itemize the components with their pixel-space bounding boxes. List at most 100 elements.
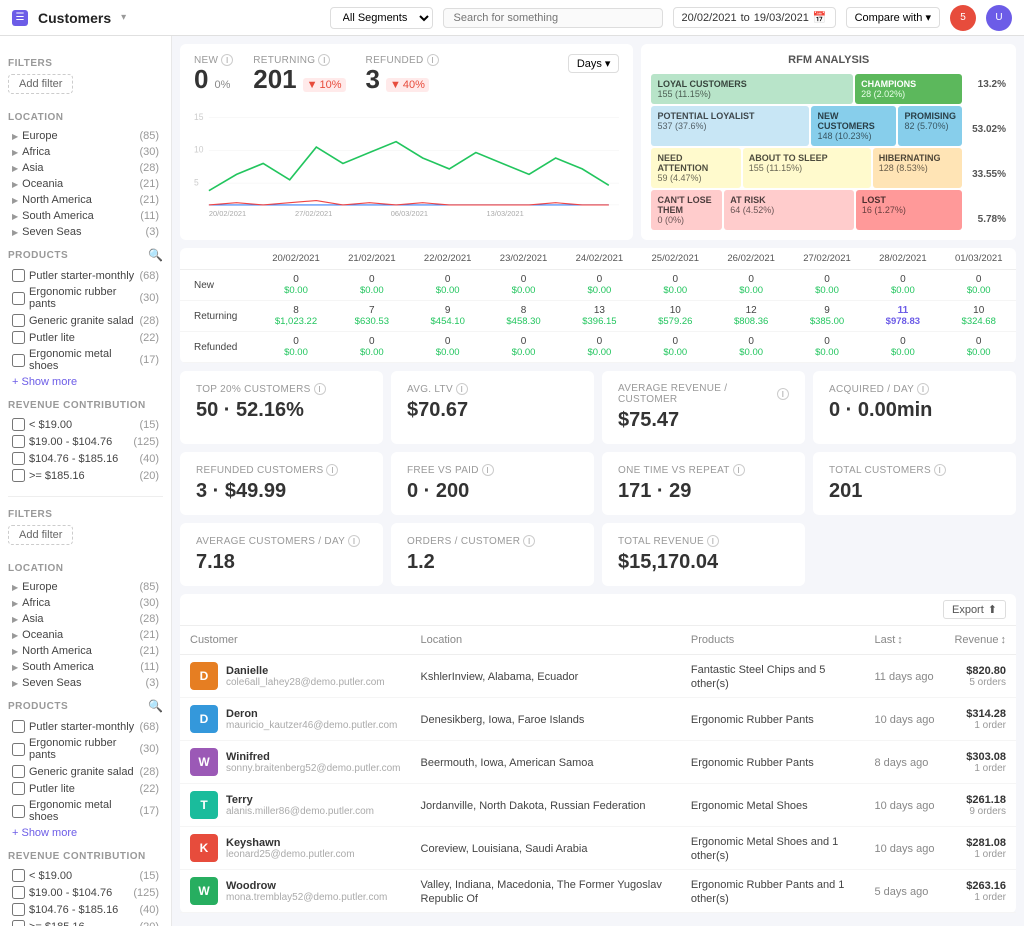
rfm-row-4: CAN'T LOSE THEM 0 (0%) AT RISK 64 (4.52%… <box>651 190 962 230</box>
free-vs-paid-info-icon[interactable]: i <box>482 464 494 476</box>
last-cell: 10 days ago <box>865 827 945 870</box>
date-grid-cell: 0$0.00 <box>789 332 865 363</box>
date-range-picker[interactable]: 20/02/2021 to 19/03/2021 📅 <box>673 7 836 28</box>
user-avatar[interactable]: U <box>986 5 1012 31</box>
orders-per-cust-value: 1.2 <box>407 551 578 574</box>
rfm-title: RFM ANALYSIS <box>651 54 1006 66</box>
customer-table-row[interactable]: K Keyshawn leonard25@demo.putler.com Cor… <box>180 827 1016 870</box>
returning-change: ▼ 10% <box>303 78 346 92</box>
new-value: 0 <box>194 66 208 92</box>
date-grid-cell: 0$0.00 <box>410 332 486 363</box>
customer-table-row[interactable]: W Winifred sonny.braitenberg52@demo.putl… <box>180 741 1016 784</box>
svg-text:27/02/2021: 27/02/2021 <box>295 209 332 218</box>
date-col-8: 28/02/2021 <box>865 248 941 270</box>
col-customer-header: Customer <box>180 626 411 655</box>
new-info-icon[interactable]: i <box>221 54 233 66</box>
total-cust-info-icon[interactable]: i <box>934 464 946 476</box>
search-input[interactable] <box>443 8 663 28</box>
rfm-grid: LOYAL CUSTOMERS 155 (11.15%) CHAMPIONS 2… <box>651 74 1006 230</box>
customer-table-row[interactable]: D Deron mauricio_kautzer46@demo.putler.c… <box>180 698 1016 741</box>
date-grid-cell: 0$0.00 <box>258 270 334 301</box>
refunded-info-icon[interactable]: i <box>427 54 439 66</box>
top20-value: 50 · 52.16% <box>196 399 367 422</box>
sidebar-location-item[interactable]: ▶North America(21) <box>8 643 163 659</box>
main-layout: FILTERS Add filter LOCATION ▶Europe(85)▶… <box>0 36 1024 926</box>
rfm-percentages: 13.2% 53.02% 33.55% 5.78% <box>966 74 1006 230</box>
sidebar-location-item[interactable]: ▶Africa(30) <box>8 144 163 160</box>
date-grid-cell: 13$396.15 <box>561 301 637 332</box>
total-cust-value: 201 <box>829 480 1000 503</box>
sidebar-location-item[interactable]: ▶Asia(28) <box>8 160 163 176</box>
revenue-cell: $261.18 9 orders <box>944 784 1016 827</box>
date-grid-row-header <box>180 248 258 270</box>
sidebar-product-item: Putler starter-monthly(68) <box>8 267 163 284</box>
sidebar-location-item[interactable]: ▶Seven Seas(3) <box>8 675 163 691</box>
compare-button[interactable]: Compare with ▾ <box>846 7 940 28</box>
free-vs-paid-label: FREE VS PAID i <box>407 464 578 476</box>
orders-per-cust-label: ORDERS / CUSTOMER i <box>407 535 578 547</box>
sidebar-location-item[interactable]: ▶Africa(30) <box>8 595 163 611</box>
sidebar-revenue-item: >= $185.16(20) <box>8 467 163 484</box>
avg-rev-info-icon[interactable]: i <box>777 388 789 400</box>
add-filter2-button[interactable]: Add filter <box>8 525 73 545</box>
products2-search-icon[interactable]: 🔍 <box>148 699 163 713</box>
sidebar-location-item[interactable]: ▶South America(11) <box>8 659 163 675</box>
revenue-list: < $19.00(15)$19.00 - $104.76(125)$104.76… <box>8 416 163 484</box>
segment-select[interactable]: All Segments <box>330 7 433 29</box>
revenue-cell: $263.16 1 order <box>944 870 1016 913</box>
sidebar-location-item[interactable]: ▶North America(21) <box>8 192 163 208</box>
avg-ltv-info-icon[interactable]: i <box>456 383 468 395</box>
notification-button[interactable]: 5 <box>950 5 976 31</box>
days-button[interactable]: Days ▾ <box>568 54 620 73</box>
sidebar-location-item[interactable]: ▶South America(11) <box>8 208 163 224</box>
sidebar-location-item[interactable]: ▶Oceania(21) <box>8 176 163 192</box>
product-list: Putler starter-monthly(68)Ergonomic rubb… <box>8 267 163 374</box>
customer-table-row[interactable]: W Woodrow mona.tremblay52@demo.putler.co… <box>180 870 1016 913</box>
refunded-cust-info-icon[interactable]: i <box>326 464 338 476</box>
header: ☰ Customers ▾ All Segments 20/02/2021 to… <box>0 0 1024 36</box>
customer-table-row[interactable]: T Terry alanis.miller86@demo.putler.com … <box>180 784 1016 827</box>
sidebar-location-item[interactable]: ▶Europe(85) <box>8 579 163 595</box>
products-search-icon[interactable]: 🔍 <box>148 248 163 262</box>
svg-text:5: 5 <box>194 177 199 187</box>
avg-per-day-label: AVERAGE CUSTOMERS / DAY i <box>196 535 367 547</box>
refunded-cust-label: REFUNDED CUSTOMERS i <box>196 464 367 476</box>
revenue2-list: < $19.00(15)$19.00 - $104.76(125)$104.76… <box>8 867 163 926</box>
col-revenue-header[interactable]: Revenue ↕ <box>944 626 1016 655</box>
calendar-icon: 📅 <box>813 11 827 24</box>
col-last-header[interactable]: Last ↕ <box>865 626 945 655</box>
top-section: NEW i 0 0% RETURNING i <box>180 44 1016 240</box>
sidebar-location-item[interactable]: ▶Asia(28) <box>8 611 163 627</box>
refunded-change: ▼ 40% <box>386 78 429 92</box>
returning-info-icon[interactable]: i <box>318 54 330 66</box>
filters2-label: FILTERS <box>8 509 163 520</box>
one-time-info-icon[interactable]: i <box>733 464 745 476</box>
avg-per-day-info-icon[interactable]: i <box>348 535 360 547</box>
rfm-main-grid: LOYAL CUSTOMERS 155 (11.15%) CHAMPIONS 2… <box>651 74 962 230</box>
sidebar-location-item[interactable]: ▶Seven Seas(3) <box>8 224 163 240</box>
export-button[interactable]: Export ⬆ <box>943 600 1006 619</box>
show-more2-link[interactable]: + Show more <box>8 825 163 841</box>
acquired-card: ACQUIRED / DAY i 0 · 0.00min <box>813 371 1016 444</box>
page-title: Customers <box>38 10 111 26</box>
last-cell: 8 days ago <box>865 741 945 784</box>
col-products-header: Products <box>681 626 865 655</box>
top20-info-icon[interactable]: i <box>314 383 326 395</box>
customer-avatar: D <box>190 705 218 733</box>
products2-header: PRODUCTS 🔍 <box>8 699 163 713</box>
date-grid-cell: 10$579.26 <box>637 301 713 332</box>
sidebar-location-item[interactable]: ▶Europe(85) <box>8 128 163 144</box>
show-more-link[interactable]: + Show more <box>8 374 163 390</box>
date-grid-section: 20/02/2021 21/02/2021 22/02/2021 23/02/2… <box>180 248 1016 363</box>
add-filter-button[interactable]: Add filter <box>8 74 73 94</box>
acquired-info-icon[interactable]: i <box>917 383 929 395</box>
total-rev-info-icon[interactable]: i <box>707 535 719 547</box>
customer-table-row[interactable]: D Danielle cole6all_lahey28@demo.putler.… <box>180 655 1016 698</box>
avg-rev-card: AVERAGE REVENUE / CUSTOMER i $75.47 <box>602 371 805 444</box>
sidebar-location-item[interactable]: ▶Oceania(21) <box>8 627 163 643</box>
last-cell: 10 days ago <box>865 784 945 827</box>
orders-per-cust-info-icon[interactable]: i <box>523 535 535 547</box>
metrics-row-2: REFUNDED CUSTOMERS i 3 · $49.99 FREE VS … <box>180 452 1016 515</box>
rfm-champions: CHAMPIONS 28 (2.02%) <box>855 74 962 104</box>
sidebar-product-item: Ergonomic metal shoes(17) <box>8 797 163 825</box>
